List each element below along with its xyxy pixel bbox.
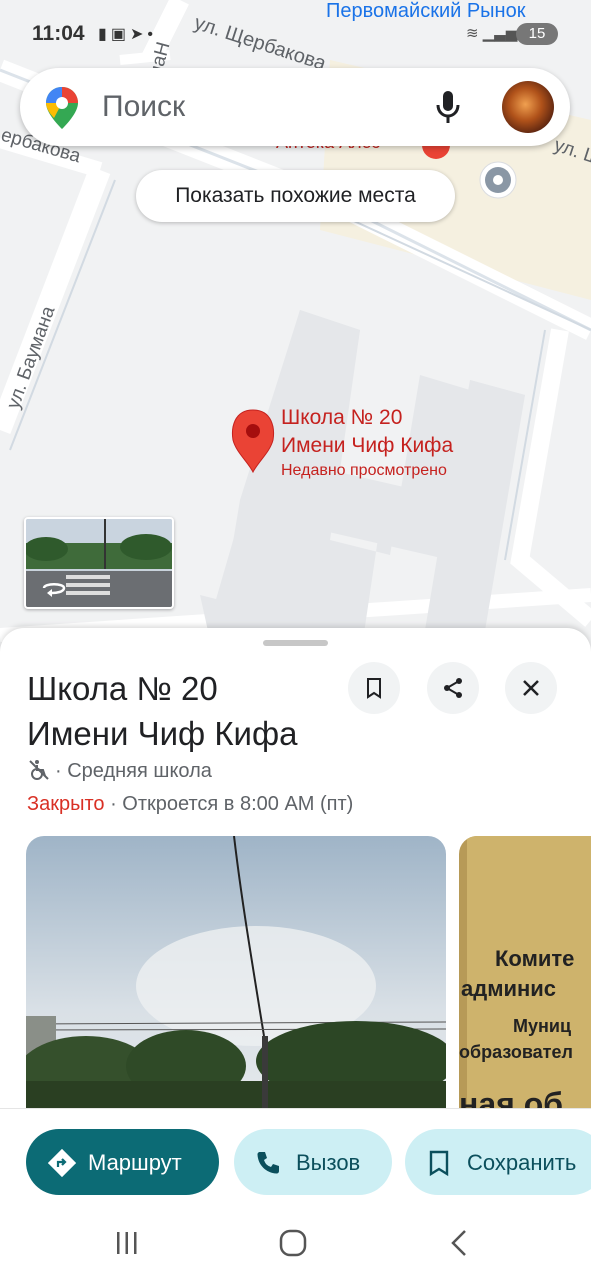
place-title-line1: Школа № 20: [27, 670, 218, 707]
sign-text-4: образовател: [459, 1042, 573, 1062]
notification-icons: ▮▣➤•: [98, 24, 157, 44]
place-photo-second[interactable]: Комите админис Муниц образовател ная об: [459, 836, 591, 1126]
place-label-line2: Имени Чиф Кифа: [281, 434, 454, 457]
system-navigation-bar: [0, 1210, 591, 1280]
status-time: 11:04: [32, 22, 85, 45]
place-photo-main[interactable]: [26, 836, 446, 1126]
rotate-360-icon: [42, 583, 66, 597]
close-button[interactable]: [505, 662, 557, 714]
place-photo-image: [26, 836, 446, 1126]
place-title-line2: Имени Чиф Кифа: [27, 715, 298, 752]
share-button[interactable]: [427, 662, 479, 714]
back-icon[interactable]: [448, 1228, 470, 1258]
place-label-line1: Школа № 20: [281, 406, 403, 429]
dot-icon: •: [147, 26, 157, 43]
save-label: Сохранить: [467, 1150, 577, 1175]
street-view-thumbnail[interactable]: [24, 517, 174, 609]
share-icon: [444, 678, 462, 698]
home-icon[interactable]: [278, 1228, 308, 1258]
opening-hours[interactable]: Закрыто · Откроется в 8:00 AM (пт): [27, 793, 353, 816]
profile-avatar[interactable]: [502, 81, 554, 133]
battery-level: 15: [528, 25, 546, 42]
google-maps-logo-icon: [46, 87, 78, 129]
show-similar-places-chip[interactable]: Показать похожие места: [136, 170, 455, 222]
directions-icon: [48, 1149, 76, 1177]
not-wheelchair-accessible-icon: [29, 760, 49, 780]
status-bar: 11:04 ▮▣➤• ≋ ▁▃▅ 15: [0, 0, 591, 64]
sign-text-3: Муниц: [513, 1016, 572, 1036]
selected-place-label[interactable]: Школа № 20 Имени Чиф Кифа Недавно просмо…: [281, 404, 453, 480]
signal-icons: ≋ ▁▃▅: [466, 24, 517, 42]
place-title: Школа № 20 Имени Чиф Кифа: [27, 666, 347, 756]
phone-icon: [257, 1152, 279, 1174]
category-text: · Средняя школа: [55, 760, 212, 782]
battery-indicator: 15: [516, 23, 558, 45]
bookmark-save-icon: [429, 1150, 449, 1177]
bookmark-icon: [367, 678, 381, 699]
action-bar: Маршрут Вызов Сохранить: [0, 1108, 591, 1219]
closed-status: Закрыто: [27, 793, 105, 815]
recently-viewed-note: Недавно просмотрено: [281, 462, 447, 479]
wifi-icon: ≋: [466, 25, 479, 42]
call-label: Вызов: [296, 1150, 361, 1175]
search-bar[interactable]: Поиск: [20, 68, 570, 146]
call-button[interactable]: Вызов: [234, 1129, 392, 1195]
sheet-drag-handle[interactable]: [263, 640, 328, 646]
place-details-sheet: Школа № 20 Имени Чиф Кифа · Средняя школ…: [0, 628, 591, 1280]
close-icon: [523, 680, 539, 696]
search-input[interactable]: Поиск: [102, 90, 185, 124]
sign-text-1: Комите: [495, 946, 575, 971]
cell-signal-icon: ▁▃▅: [482, 25, 518, 42]
sign-text-2: админис: [461, 976, 557, 1001]
place-category: · Средняя школа: [27, 758, 212, 783]
bookmark-button[interactable]: [348, 662, 400, 714]
directions-label: Маршрут: [88, 1150, 182, 1175]
recent-apps-icon[interactable]: [114, 1230, 140, 1256]
sim-icon: ▮: [98, 26, 111, 43]
opening-time: · Откроется в 8:00 AM (пт): [104, 793, 354, 815]
nav-arrow-icon: ➤: [129, 26, 148, 43]
directions-button[interactable]: Маршрут: [26, 1129, 219, 1195]
app-notification-icon: ▣: [110, 26, 130, 43]
save-button[interactable]: Сохранить: [405, 1129, 591, 1195]
microphone-icon[interactable]: [435, 89, 461, 125]
